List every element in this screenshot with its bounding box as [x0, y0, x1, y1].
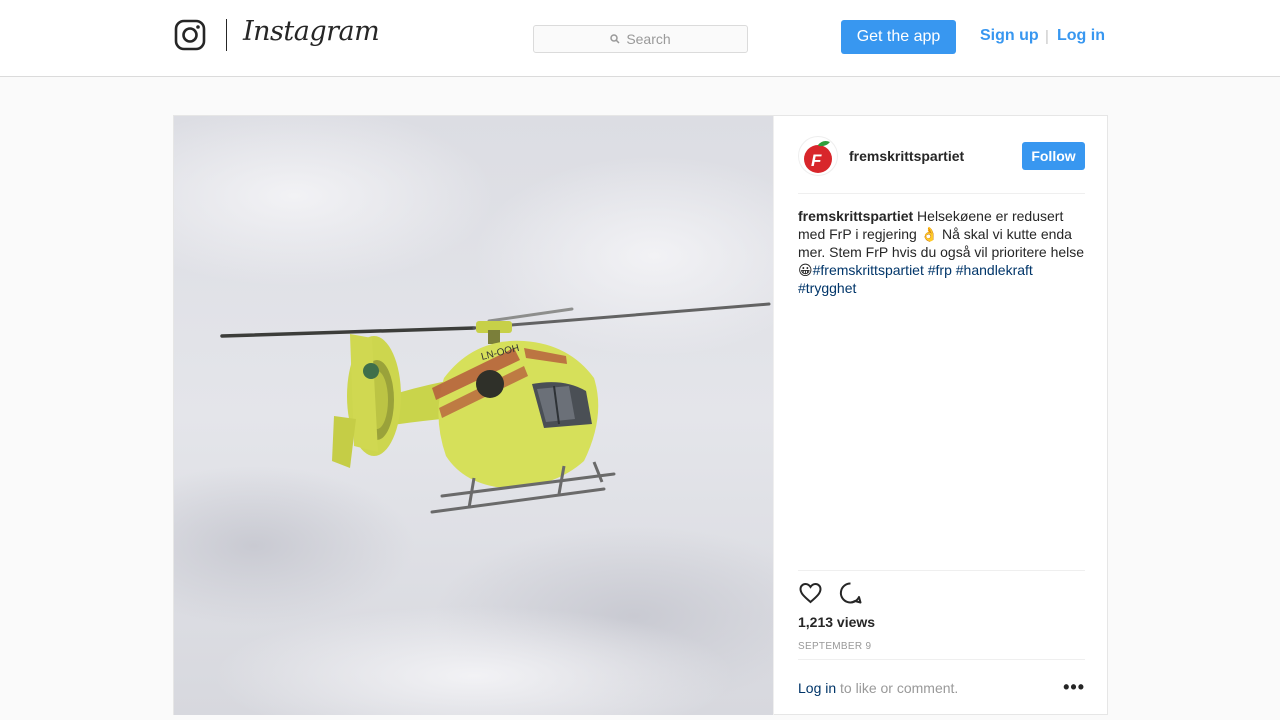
post-caption: fremskrittspartiet Helsekøene er reduser…: [798, 207, 1088, 297]
comment-icon[interactable]: [838, 581, 863, 605]
view-count[interactable]: 1,213 views: [798, 614, 875, 630]
post-media[interactable]: LN-OOH: [174, 116, 773, 715]
follow-button[interactable]: Follow: [1022, 142, 1085, 170]
instagram-wordmark[interactable]: Instagram: [243, 16, 380, 47]
hashtag-link[interactable]: #fremskrittspartiet: [813, 262, 924, 278]
post-header: F fremskrittspartiet Follow: [798, 136, 1085, 194]
post-sidebar: F fremskrittspartiet Follow fremskrittsp…: [773, 116, 1108, 715]
more-options-icon[interactable]: •••: [1063, 678, 1085, 696]
post-card: LN-OOH F fremskrittspartiet Follow frems…: [173, 115, 1108, 715]
top-navigation-bar: Instagram Search Get the app Sign up | L…: [0, 0, 1280, 77]
search-input[interactable]: Search: [533, 25, 748, 53]
login-cta-text: to like or comment.: [836, 680, 959, 696]
svg-text:F: F: [811, 151, 822, 170]
helicopter-video[interactable]: LN-OOH: [174, 116, 773, 715]
login-prompt: Log in to like or comment. •••: [798, 659, 1085, 715]
avatar[interactable]: F: [798, 136, 838, 176]
log-in-link[interactable]: Log in: [1057, 27, 1105, 45]
sign-up-link[interactable]: Sign up: [980, 27, 1039, 45]
heart-icon[interactable]: [798, 581, 823, 605]
login-link[interactable]: Log in: [798, 680, 836, 696]
login-to-comment: Log in to like or comment.: [798, 680, 958, 696]
instagram-camera-icon[interactable]: [174, 19, 206, 51]
caption-username[interactable]: fremskrittspartiet: [798, 208, 913, 224]
hashtag-link[interactable]: #frp: [928, 262, 952, 278]
search-placeholder: Search: [626, 31, 671, 47]
hashtag-link[interactable]: #handlekraft: [956, 262, 1033, 278]
logo-divider: [226, 19, 227, 51]
frp-logo-icon: F: [804, 141, 832, 173]
get-the-app-button[interactable]: Get the app: [841, 20, 956, 54]
author-username[interactable]: fremskrittspartiet: [849, 148, 964, 164]
post-date[interactable]: SEPTEMBER 9: [798, 641, 871, 652]
hashtag-link[interactable]: #trygghet: [798, 280, 856, 296]
search-icon: [610, 34, 620, 44]
post-actions: 1,213 views SEPTEMBER 9: [798, 570, 1085, 652]
auth-separator: |: [1045, 28, 1049, 45]
